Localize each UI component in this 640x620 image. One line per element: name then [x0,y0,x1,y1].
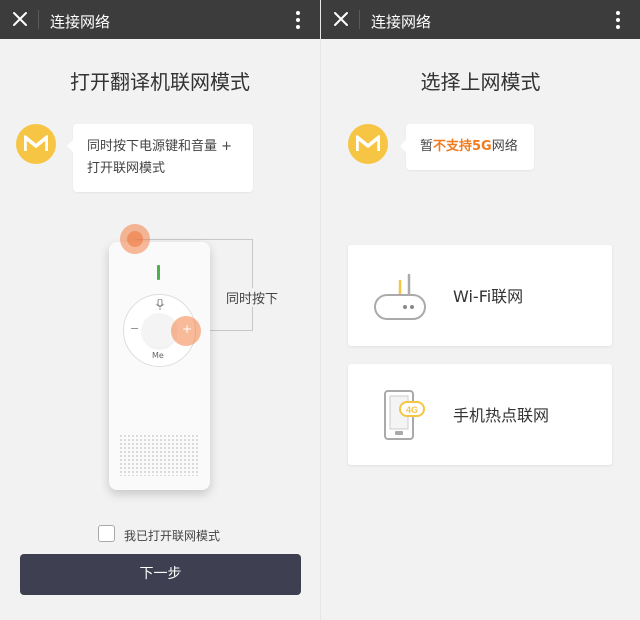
volume-down-button: − [130,322,140,335]
title-separator [38,10,39,29]
instruction-line2: 打开联网模式 [87,161,166,176]
confirm-checkbox[interactable] [98,525,115,542]
hotspot-option-label: 手机热点联网 [453,406,550,425]
instruction-line1: 同时按下电源键和音量 + [87,139,233,154]
page-heading: 选择上网模式 [420,70,541,94]
notice-prefix: 暂 [420,139,434,154]
close-icon[interactable] [331,9,351,29]
confirm-checkbox-label[interactable]: 我已打开联网模式 [124,527,220,544]
title-bar: 连接网络 [0,0,320,39]
volume-up-indicator: + [171,316,201,346]
wifi-option-label: Wi-Fi联网 [453,287,524,306]
simultaneous-label: 同时按下 [224,288,281,307]
right-panel: 连接网络 选择上网模式 暂不支持5G网络 Wi-Fi联网 4G 手机热点联网 [321,0,640,620]
more-options-icon[interactable] [608,9,628,31]
speaker-grille [119,434,199,476]
hotspot-option-card[interactable]: 4G 手机热点联网 [348,364,612,465]
instruction-bubble: 同时按下电源键和音量 + 打开联网模式 [67,124,253,192]
more-options-icon[interactable] [288,9,308,31]
window-title: 连接网络 [371,13,432,31]
notice-highlight: 不支持5G [433,139,492,154]
microphone-icon [156,299,164,310]
notice-suffix: 网络 [491,139,518,154]
status-led [157,265,160,280]
title-separator [359,10,360,29]
left-panel: 连接网络 打开翻译机联网模式 同时按下电源键和音量 + 打开联网模式 同时按下 … [0,0,320,620]
page-heading: 打开翻译机联网模式 [70,70,250,94]
brand-m-icon [356,135,380,151]
assistant-avatar [348,124,388,164]
volume-up-plus: + [182,322,193,336]
assistant-avatar [16,124,56,164]
wifi-option-card[interactable]: Wi-Fi联网 [348,245,612,346]
me-label: Me [152,351,164,360]
4g-badge: 4G [406,405,418,415]
notice-bubble: 暂不支持5G网络 [400,124,534,170]
window-title: 连接网络 [50,13,111,31]
translator-device: − Me [109,242,210,490]
close-icon[interactable] [10,9,30,29]
phone-4g-icon: 4G [384,390,425,440]
next-step-button[interactable]: 下一步 [20,554,301,595]
brand-m-icon [24,135,48,151]
title-bar: 连接网络 [321,0,640,39]
power-button-indicator [120,224,150,254]
router-icon [374,273,426,320]
